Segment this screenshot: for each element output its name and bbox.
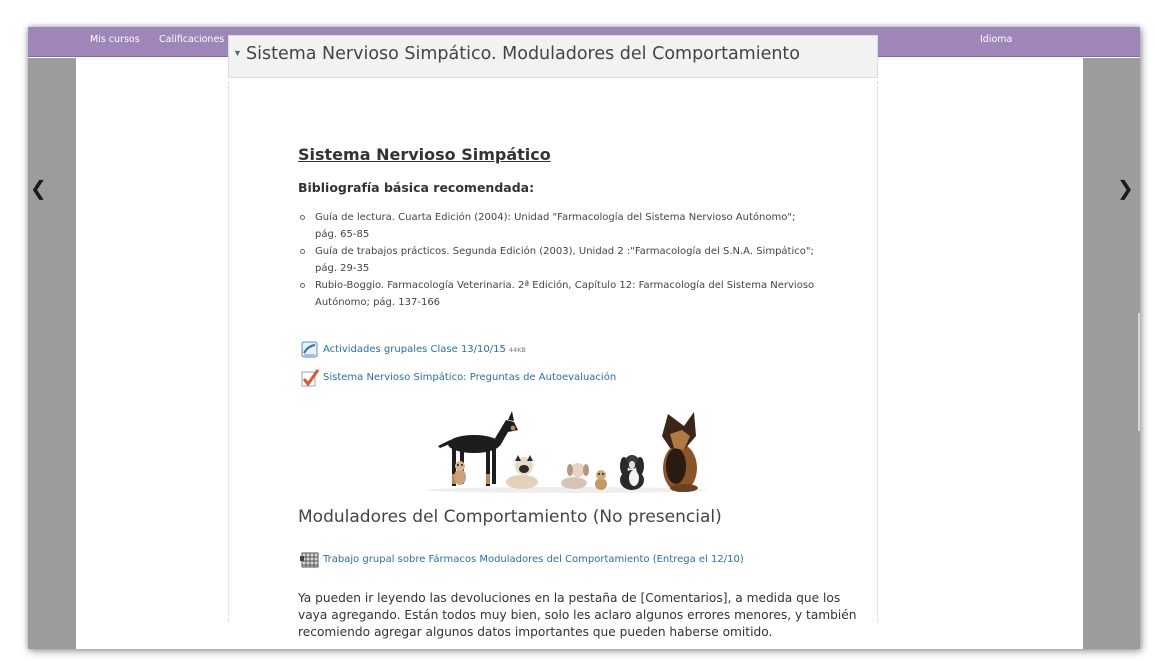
modulators-heading: Moduladores del Comportamiento (No prese… <box>298 507 722 527</box>
resource-file-label: Actividades grupales Clase 13/10/15 <box>323 344 506 355</box>
nav-mis-cursos[interactable]: Mis cursos <box>90 34 140 45</box>
list-item: Rubio-Boggio. Farmacología Veterinaria. … <box>300 277 860 311</box>
right-side-panel <box>1083 58 1140 649</box>
reference-text: Guía de lectura. Cuarta Edición (2004): … <box>315 212 796 223</box>
scrollbar-thumb[interactable] <box>1138 313 1140 431</box>
reference-text: Rubio-Boggio. Farmacología Veterinaria. … <box>315 280 815 291</box>
reference-list: Guía de lectura. Cuarta Edición (2004): … <box>300 209 860 311</box>
heading-link[interactable]: Sistema Nervioso Simpático <box>298 145 551 164</box>
chevron-left-icon[interactable]: ❮ <box>30 178 47 198</box>
bibliography-label: Bibliografía básica recomendada: <box>298 180 535 195</box>
bullet-icon <box>300 215 305 220</box>
file-size: 44KB <box>508 346 526 354</box>
list-item: Guía de lectura. Cuarta Edición (2004): … <box>300 209 860 243</box>
resource-file-link[interactable]: Actividades grupales Clase 13/10/15 44KB <box>323 344 526 355</box>
caret-down-icon[interactable]: ▼ <box>233 48 242 58</box>
section-header[interactable]: ▼ Sistema Nervioso Simpático. Moduladore… <box>228 35 878 78</box>
left-side-panel <box>28 58 76 649</box>
reference-text: pág. 65-85 <box>315 229 370 240</box>
document-icon <box>301 341 318 358</box>
announcement-paragraph: Ya pueden ir leyendo las devoluciones en… <box>298 590 873 641</box>
resource-quiz-link[interactable]: Sistema Nervioso Simpático: Preguntas de… <box>323 372 616 383</box>
paragraph-line: vaya agregando. Están todos muy bien, so… <box>298 608 857 622</box>
resource-assignment-link[interactable]: Trabajo grupal sobre Fármacos Moduladore… <box>323 554 744 565</box>
bullet-icon <box>300 283 305 288</box>
chevron-right-icon[interactable]: ❯ <box>1117 178 1134 198</box>
paragraph-line: recomiendo agregar algunos datos importa… <box>298 625 773 639</box>
quiz-checkmark-icon <box>301 369 320 387</box>
nav-idioma[interactable]: Idioma <box>980 34 1012 45</box>
paragraph-line: Ya pueden ir leyendo las devoluciones en… <box>298 591 841 605</box>
reference-text: Guía de trabajos prácticos. Segunda Edic… <box>315 246 814 257</box>
dogs-image <box>427 411 707 493</box>
section-title: Sistema Nervioso Simpático. Moduladores … <box>246 44 801 64</box>
reference-text: Autónomo; pág. 137-166 <box>315 297 441 308</box>
reference-text: pág. 29-35 <box>315 263 370 274</box>
list-item: Guía de trabajos prácticos. Segunda Edic… <box>300 243 860 277</box>
bullet-icon <box>300 249 305 254</box>
nav-calificaciones[interactable]: Calificaciones <box>159 34 224 45</box>
assignment-icon <box>300 552 319 568</box>
